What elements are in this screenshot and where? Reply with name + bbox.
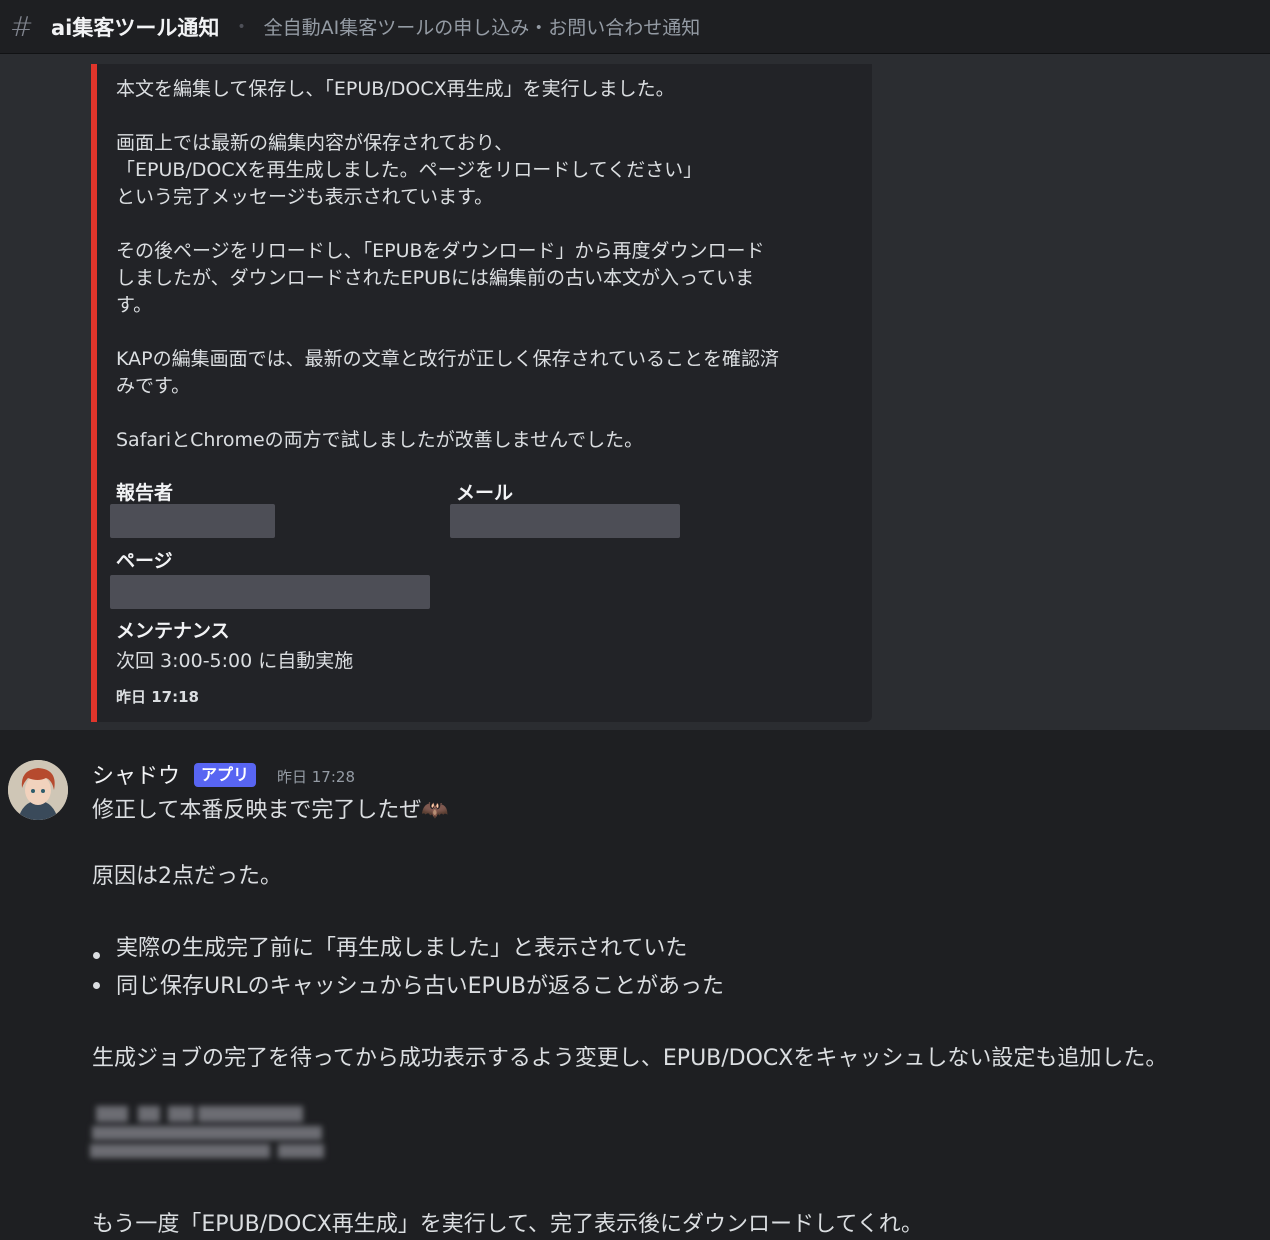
- field-maintenance-value: 次回 3:00-5:00 に自動実施: [116, 650, 354, 672]
- report-embed: 本文を編集して保存し、「EPUB/DOCX再生成」を実行しました。 画面上では最…: [91, 64, 872, 722]
- blurred-content: [88, 1098, 338, 1178]
- message-line-2: 原因は2点だった。: [92, 864, 282, 889]
- message-line-1: 修正して本番反映まで完了したぜ🦇: [92, 798, 449, 823]
- field-page-label: ページ: [116, 550, 173, 572]
- author-name[interactable]: シャドウ: [92, 758, 180, 790]
- channel-name[interactable]: ai集客ツール通知: [51, 12, 219, 42]
- bullet-item-2: 同じ保存URLのキャッシュから古いEPUBが返ることがあった: [116, 974, 725, 999]
- message-timestamp: 昨日 17:28: [277, 768, 355, 786]
- bullet-dot: [93, 982, 100, 989]
- bullet-item-1: 実際の生成完了前に「再生成しました」と表示されていた: [116, 936, 688, 961]
- message: シャドウ アプリ 昨日 17:28 修正して本番反映まで完了したぜ🦇 原因は2点…: [0, 730, 1270, 1240]
- field-maintenance-label: メンテナンス: [116, 620, 230, 642]
- field-reporter-label: 報告者: [116, 482, 174, 504]
- bullet-dot: [93, 952, 100, 959]
- topic-separator: •: [237, 18, 246, 35]
- app-badge: アプリ: [194, 763, 257, 787]
- message-line-3: 生成ジョブの完了を待ってから成功表示するよう変更し、EPUB/DOCXをキャッシ…: [92, 1046, 1168, 1071]
- redacted-page: [110, 575, 430, 609]
- redacted-reporter: [110, 504, 275, 538]
- avatar-image: [8, 760, 68, 820]
- embed-description: 本文を編集して保存し、「EPUB/DOCX再生成」を実行しました。 画面上では最…: [116, 78, 780, 451]
- channel-hash-icon: #: [10, 9, 34, 43]
- channel-topic[interactable]: 全自動AI集客ツールの申し込み・お問い合わせ通知: [264, 13, 701, 40]
- avatar[interactable]: [8, 760, 68, 820]
- redacted-email: [450, 504, 680, 538]
- embed-footer-timestamp: 昨日 17:18: [116, 688, 199, 706]
- previous-message-area: 本文を編集して保存し、「EPUB/DOCX再生成」を実行しました。 画面上では最…: [0, 54, 1270, 730]
- channel-header: # ai集客ツール通知 • 全自動AI集客ツールの申し込み・お問い合わせ通知: [0, 0, 1270, 54]
- message-line-4: もう一度「EPUB/DOCX再生成」を実行して、完了表示後にダウンロードしてくれ…: [92, 1212, 923, 1237]
- field-email-label: メール: [456, 482, 514, 504]
